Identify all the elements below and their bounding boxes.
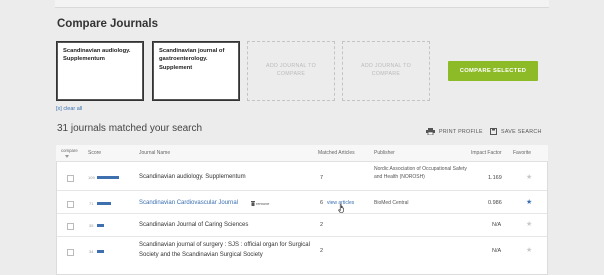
clear-all-link[interactable]: [x] clear all [56,106,82,112]
impact-factor: 0.986 [488,200,502,206]
publisher-name: Nordic Association of Occupational Safet… [374,166,467,180]
journal-name-link[interactable]: Scandinavian Cardiovascular Journal [139,200,238,206]
remove-label: remove [256,201,270,206]
compare-slot-placeholder: ADD JOURNAL TO COMPARE [265,63,317,77]
col-impact-factor[interactable]: Impact Factor [471,150,502,156]
col-journal-name[interactable]: Journal Name [139,150,170,156]
matched-count: 7 [320,175,324,181]
table-row [57,162,547,191]
compare-checkbox[interactable] [67,175,74,182]
score-value: 109 [88,175,95,180]
score-bar [97,176,119,179]
favorite-star-icon[interactable]: ★ [526,220,532,228]
compare-checkbox[interactable] [67,249,74,256]
col-matched-articles[interactable]: Matched Articles [318,150,355,156]
compare-slot-placeholder: ADD JOURNAL TO COMPARE [360,63,412,77]
compare-slot-1[interactable]: Scandinavian audiology. Supplementum [56,41,144,101]
matched-count: 2 [320,222,324,228]
sort-arrow-icon[interactable] [65,155,69,158]
save-search-button[interactable]: SAVE SEARCH [490,128,542,135]
favorite-star-icon[interactable]: ★ [526,173,532,181]
trash-icon [251,201,255,206]
score-bar [97,224,105,227]
matched-count: 6 [320,200,324,206]
table-row [57,214,547,237]
compare-checkbox[interactable] [67,201,74,208]
score-value: 34 [89,249,94,254]
impact-factor: N/A [492,222,502,228]
col-favorite[interactable]: Favorite [513,150,531,156]
compare-selected-button[interactable]: COMPARE SELECTED [448,61,538,81]
compare-slot-label: Scandinavian journal of gastroenterology… [159,48,225,71]
remove-button[interactable]: remove [251,201,269,206]
results-count: 31 journals matched your search [57,123,203,134]
table-row [57,191,547,214]
compare-checkbox[interactable] [67,223,74,230]
matched-count: 2 [320,248,324,254]
publisher-name: BioMed Central [374,200,409,206]
impact-factor: N/A [492,248,502,254]
journal-name[interactable]: Scandinavian journal of surgery : SJS : … [139,241,311,260]
score-value: 35 [89,223,94,228]
compare-slot-label: Scandinavian audiology. Supplementum [63,48,131,63]
score-bar [97,202,112,205]
save-search-label: SAVE SEARCH [501,128,542,135]
page-title: Compare Journals [57,18,158,30]
print-profile-button[interactable]: PRINT PROFILE [426,128,483,135]
printer-icon [426,128,435,135]
print-profile-label: PRINT PROFILE [439,128,483,135]
compare-slot-2[interactable]: Scandinavian journal of gastroenterology… [152,41,240,101]
col-score[interactable]: Score [88,150,101,156]
compare-slot-4[interactable]: ADD JOURNAL TO COMPARE [342,41,430,101]
compare-slot-3[interactable]: ADD JOURNAL TO COMPARE [247,41,335,101]
top-panel-edge [55,0,549,8]
favorite-star-icon[interactable]: ★ [526,198,532,206]
col-publisher[interactable]: Publisher [374,150,395,156]
journal-name[interactable]: Scandinavian audiology. Supplementum [139,174,246,180]
col-compare: compare [61,148,78,153]
score-bar [97,250,104,253]
save-disk-icon [490,128,497,135]
journal-name[interactable]: Scandinavian Journal of Caring Sciences [139,222,248,228]
hand-cursor-icon [338,204,344,213]
score-value: 71 [89,201,94,206]
favorite-star-icon[interactable]: ★ [526,246,532,254]
impact-factor: 1.169 [488,175,502,181]
